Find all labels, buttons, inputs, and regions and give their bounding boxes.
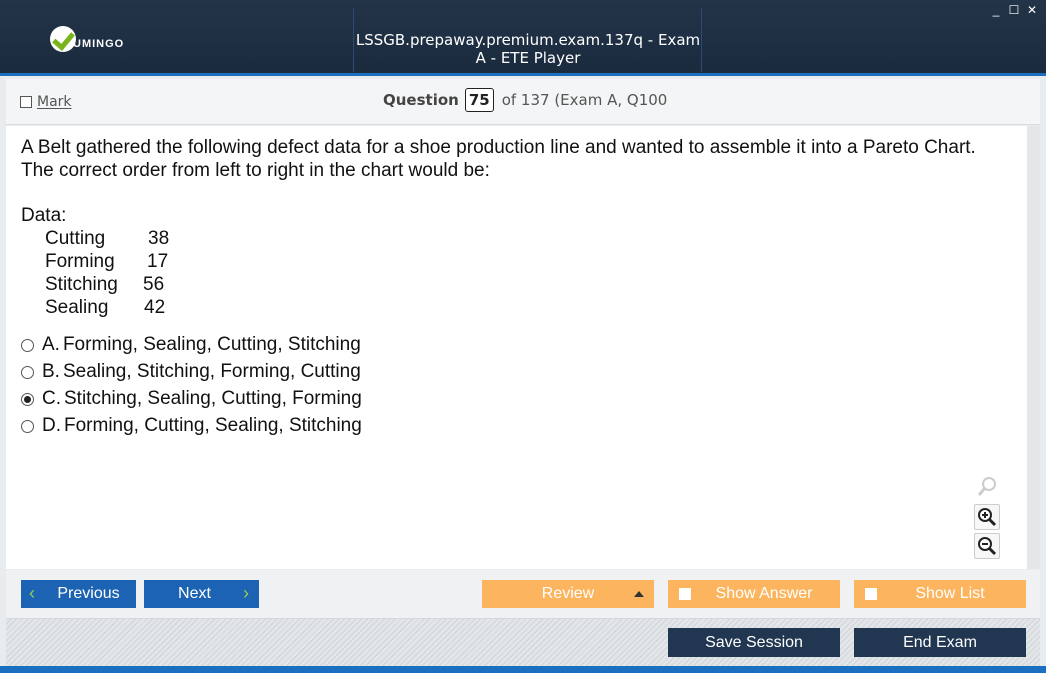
option-text: Sealing, Stitching, Forming, Cutting <box>62 361 361 382</box>
maximize-button[interactable]: ☐ <box>1008 4 1020 16</box>
checkmark-logo-icon <box>50 26 76 52</box>
mark-label: Mark <box>37 94 72 110</box>
checkbox-icon[interactable] <box>679 588 691 600</box>
option-letter: C. <box>42 388 61 409</box>
option-letter: B. <box>42 361 60 382</box>
review-button[interactable]: Review <box>482 580 654 608</box>
radio-button[interactable] <box>21 338 34 352</box>
title-bar: UMINGO LSSGB.prepaway.premium.exam.137q … <box>0 0 1046 76</box>
question-total: of 137 (Exam A, Q100 <box>501 91 668 109</box>
option-text: Stitching, Sealing, Cutting, Forming <box>64 388 362 409</box>
close-button[interactable]: ✕ <box>1026 4 1038 16</box>
end-exam-button[interactable]: End Exam <box>854 628 1026 657</box>
chevron-left-icon: ‹ <box>29 583 35 603</box>
data-name: Forming <box>45 251 115 272</box>
zoom-in-icon[interactable] <box>974 504 1000 530</box>
footer-bar: Save Session End Exam <box>6 618 1040 666</box>
caret-up-icon <box>634 591 644 597</box>
checkbox-icon[interactable] <box>20 96 32 108</box>
question-stem: A Belt gathered the following defect dat… <box>21 137 976 181</box>
data-name: Stitching <box>45 274 118 295</box>
question-number-input[interactable]: 75 <box>464 88 494 112</box>
show-answer-button[interactable]: Show Answer <box>668 580 840 608</box>
option-letter: A. <box>42 334 60 355</box>
data-name: Cutting <box>45 228 106 249</box>
bottom-accent-line <box>0 666 1046 673</box>
data-value: 42 <box>144 297 166 318</box>
vertical-scrollbar[interactable] <box>1027 126 1040 569</box>
option-text: Forming, Cutting, Sealing, Stitching <box>64 415 362 436</box>
previous-button[interactable]: ‹ Previous <box>21 580 136 608</box>
question-bar: Mark Question 75 of 137 (Exam A, Q100 <box>6 79 1040 125</box>
zoom-out-icon[interactable] <box>974 533 1000 559</box>
option-letter: D. <box>42 415 61 436</box>
radio-button[interactable] <box>21 365 34 379</box>
data-value: 38 <box>148 228 170 249</box>
show-answer-label: Show Answer <box>715 585 813 602</box>
show-list-button[interactable]: Show List <box>854 580 1026 608</box>
question-counter: Question 75 of 137 (Exam A, Q100 <box>383 88 667 112</box>
data-label: Data: <box>21 205 67 226</box>
data-row: Stitching <box>45 274 118 296</box>
question-label: Question <box>383 91 459 109</box>
show-list-label: Show List <box>915 585 985 602</box>
window-title: LSSGB.prepaway.premium.exam.137q - Exam … <box>355 31 701 67</box>
review-label: Review <box>541 585 595 602</box>
radio-button[interactable] <box>21 419 34 433</box>
minimize-button[interactable]: _ <box>990 4 1002 16</box>
save-session-button[interactable]: Save Session <box>668 628 840 657</box>
option-b[interactable]: B. Sealing, Stitching, Forming, Cutting <box>21 361 361 383</box>
next-label: Next <box>178 585 211 602</box>
data-value: 17 <box>147 251 169 272</box>
next-button[interactable]: Next › <box>144 580 259 608</box>
previous-label: Previous <box>57 585 120 602</box>
app-logo: UMINGO <box>50 26 124 52</box>
option-text: Forming, Sealing, Cutting, Stitching <box>62 334 361 355</box>
question-content: A Belt gathered the following defect dat… <box>6 126 1027 569</box>
option-c[interactable]: C. Stitching, Sealing, Cutting, Forming <box>21 388 362 410</box>
data-row: Sealing <box>45 297 108 319</box>
data-row: Forming <box>45 251 115 273</box>
chevron-right-icon: › <box>243 583 249 603</box>
option-d[interactable]: D. Forming, Cutting, Sealing, Stitching <box>21 415 362 437</box>
option-a[interactable]: A. Forming, Sealing, Cutting, Stitching <box>21 334 361 356</box>
data-value: 56 <box>143 274 165 295</box>
mark-checkbox[interactable]: Mark <box>20 94 72 110</box>
search-icon <box>974 474 1000 500</box>
window-controls: _ ☐ ✕ <box>990 4 1038 16</box>
navigation-bar: ‹ Previous Next › Review Show Answer Sho… <box>6 570 1040 618</box>
data-name: Sealing <box>45 297 109 318</box>
radio-button-selected[interactable] <box>21 392 34 406</box>
checkbox-icon[interactable] <box>865 588 877 600</box>
data-row: Cutting <box>45 228 105 250</box>
brand-name: UMINGO <box>73 38 125 50</box>
